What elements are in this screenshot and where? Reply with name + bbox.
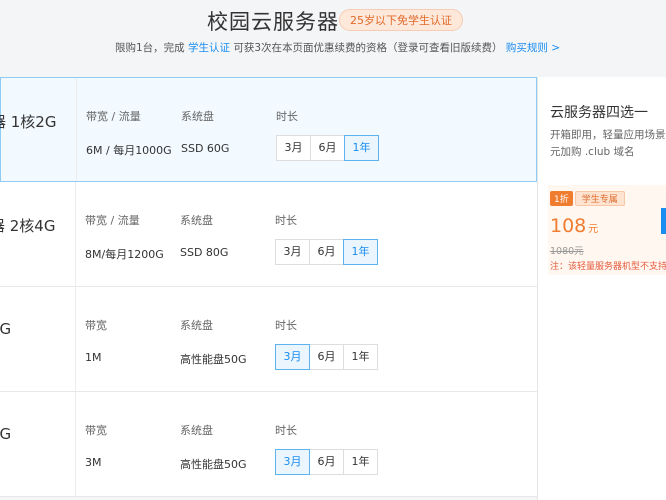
duration-selector: 3月 6月 1年 [275,344,378,370]
info-text-1: 限购1台，完成 [115,42,185,54]
page-title: 校园云服务器 [207,10,339,34]
disk-label: 系统盘 [180,214,213,227]
bandwidth-value: 6M / 每月1000G [86,144,172,157]
plan-name: 4G [0,425,12,443]
divider [75,287,76,391]
price: 108 元 [550,215,598,237]
plan-name: 器 1核2G [0,113,57,131]
duration-label: 时长 [275,214,297,227]
plan-card[interactable]: 器 1核2G 带宽 / 流量 系统盘 时长 6M / 每月1000G SSD 6… [0,77,537,182]
disk-value: SSD 60G [181,142,230,155]
duration-label: 时长 [276,110,298,123]
price-unit: 元 [588,224,599,235]
student-tag: 学生专属 [574,191,625,206]
duration-selector: 3月 6月 1年 [275,449,378,475]
bandwidth-label: 带宽 / 流量 [85,214,140,227]
disk-value: SSD 80G [180,246,229,259]
disk-value: 高性能盘50G [180,353,247,366]
offer-tags: 1折 学生专属 [550,191,625,206]
duration-label: 时长 [275,424,297,437]
divider [75,182,76,286]
duration-6-months[interactable]: 6月 [309,239,344,265]
duration-1-year[interactable]: 1年 [343,344,378,370]
original-price: 1080元 [550,246,584,257]
title-row: 校园云服务器 25岁以下免学生认证 [0,6,666,36]
disk-value: 高性能盘50G [180,458,247,471]
buy-button[interactable] [661,208,666,234]
duration-selector: 3月 6月 1年 [276,135,379,161]
info-text-2: 可获3次在本页面优惠续费的资格（登录可查看旧版续费） [233,42,503,54]
duration-6-months[interactable]: 6月 [309,344,344,370]
plan-name: 2G [0,320,12,338]
price-box: 1折 学生专属 108 元 1080元 注：该轻量服务器机型不支持 [548,185,666,275]
divider [76,78,77,181]
age-badge: 25岁以下免学生认证 [339,9,463,31]
bandwidth-label: 带宽 [85,319,107,332]
bandwidth-label: 带宽 / 流量 [86,110,141,123]
purchase-info: 限购1台，完成 学生认证 可获3次在本页面优惠续费的资格（登录可查看旧版续费） … [115,40,560,55]
duration-label: 时长 [275,319,297,332]
compatibility-note: 注：该轻量服务器机型不支持 [550,262,666,272]
summary-desc-line: 开箱即用，轻量应用场景适 [550,129,666,141]
duration-3-months[interactable]: 3月 [275,449,310,475]
student-auth-link[interactable]: 学生认证 [188,42,230,54]
plan-card[interactable]: 器 2核4G 带宽 / 流量 系统盘 时长 8M/每月1200G SSD 80G… [0,182,537,287]
bandwidth-value: 3M [85,456,102,469]
duration-1-year[interactable]: 1年 [343,449,378,475]
duration-selector: 3月 6月 1年 [275,239,378,265]
bandwidth-label: 带宽 [85,424,107,437]
duration-1-year[interactable]: 1年 [344,135,379,161]
bandwidth-value: 8M/每月1200G [85,248,164,261]
discount-tag: 1折 [550,191,573,206]
disk-label: 系统盘 [180,319,213,332]
duration-3-months[interactable]: 3月 [276,135,311,161]
plan-card[interactable]: 2G 带宽 系统盘 时长 1M 高性能盘50G 3月 6月 1年 [0,287,537,392]
summary-desc-line: 元加购 .club 域名 [550,146,635,158]
disk-label: 系统盘 [181,110,214,123]
duration-3-months[interactable]: 3月 [275,344,310,370]
duration-6-months[interactable]: 6月 [309,449,344,475]
plan-name: 器 2核4G [0,217,56,235]
duration-1-year[interactable]: 1年 [343,239,378,265]
page: 校园云服务器 25岁以下免学生认证 限购1台，完成 学生认证 可获3次在本页面优… [0,0,666,500]
bandwidth-value: 1M [85,351,102,364]
disk-label: 系统盘 [180,424,213,437]
price-value: 108 [550,215,587,237]
duration-3-months[interactable]: 3月 [275,239,310,265]
divider [75,392,76,496]
plan-list: 器 1核2G 带宽 / 流量 系统盘 时长 6M / 每月1000G SSD 6… [0,77,537,497]
summary-description: 开箱即用，轻量应用场景适 元加购 .club 域名 [550,127,666,161]
summary-panel: 云服务器四选一 开箱即用，轻量应用场景适 元加购 .club 域名 1折 学生专… [537,77,666,500]
duration-6-months[interactable]: 6月 [310,135,345,161]
summary-title: 云服务器四选一 [550,105,648,121]
plan-card[interactable]: 4G 带宽 系统盘 时长 3M 高性能盘50G 3月 6月 1年 [0,392,537,497]
purchase-rules-link[interactable]: 购买规则 > [506,42,560,54]
